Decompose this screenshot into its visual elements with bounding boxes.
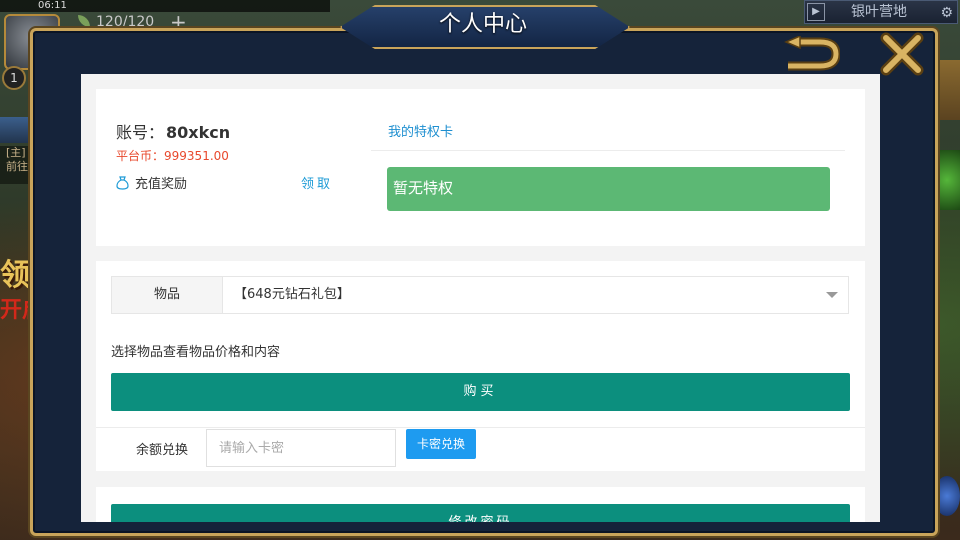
divider xyxy=(96,427,865,428)
privilege-panel: 我的特权卡 暂无特权 xyxy=(371,109,845,227)
side-quest-tag[interactable]: [主] 前往 xyxy=(0,146,34,184)
coin-value: 999351.00 xyxy=(164,149,229,163)
claim-button[interactable]: 领取 xyxy=(301,173,333,192)
modal-content: 账号： 80xkcn 平台币：999351.00 充值奖励 领取 我的特权卡 暂无… xyxy=(81,74,880,522)
card-code-input[interactable] xyxy=(206,429,396,467)
change-password-button[interactable]: 修改密码 xyxy=(111,504,850,522)
item-dropdown[interactable]: 【648元钻石礼包】 xyxy=(222,277,848,313)
item-selected-value: 【648元钻石礼包】 xyxy=(234,287,350,302)
money-bag-icon xyxy=(116,176,129,190)
modal-title: 个人中心 xyxy=(438,12,527,37)
item-hint: 选择物品查看物品价格和内容 xyxy=(111,345,281,360)
password-card: 修改密码 xyxy=(96,487,865,522)
item-label: 物品 xyxy=(112,277,223,313)
chevron-down-icon xyxy=(826,292,838,298)
account-label: 账号： xyxy=(116,123,165,142)
play-icon[interactable]: ▶ xyxy=(807,3,825,21)
divider xyxy=(371,150,845,151)
recharge-label: 充值奖励 xyxy=(135,177,188,192)
close-icon[interactable] xyxy=(880,32,924,76)
side-quest-icon[interactable] xyxy=(0,117,32,143)
account-value: 80xkcn xyxy=(166,123,231,142)
account-line: 账号： 80xkcn xyxy=(116,119,230,143)
location-name: 银叶营地 xyxy=(851,4,907,20)
privilege-status: 暂无特权 xyxy=(387,167,830,211)
platform-coin-line: 平台币：999351.00 xyxy=(116,147,229,164)
back-arrow-icon[interactable] xyxy=(784,36,840,74)
status-bar: 06:11 xyxy=(0,0,330,12)
privilege-title[interactable]: 我的特权卡 xyxy=(388,121,453,140)
shop-card: 物品 【648元钻石礼包】 选择物品查看物品价格和内容 购买 余额兑换 卡密兑换 xyxy=(96,261,865,471)
status-time: 06:11 xyxy=(38,0,67,11)
level-badge: 1 xyxy=(2,66,26,90)
coin-label: 平台币： xyxy=(116,149,165,163)
redeem-label: 余额兑换 xyxy=(136,443,189,458)
event-banner-text: 领 xyxy=(0,258,30,293)
settings-icon[interactable]: ⚙ xyxy=(940,2,953,24)
leaf-icon xyxy=(78,15,90,27)
buy-button[interactable]: 购买 xyxy=(111,373,850,411)
recharge-reward-row: 充值奖励 xyxy=(116,173,187,192)
redeem-card-button[interactable]: 卡密兑换 xyxy=(406,429,476,459)
item-select-row: 物品 【648元钻石礼包】 xyxy=(111,276,849,314)
account-card: 账号： 80xkcn 平台币：999351.00 充值奖励 领取 我的特权卡 暂无… xyxy=(96,89,865,246)
location-bar[interactable]: ▶ 银叶营地 ⚙ xyxy=(804,0,958,24)
